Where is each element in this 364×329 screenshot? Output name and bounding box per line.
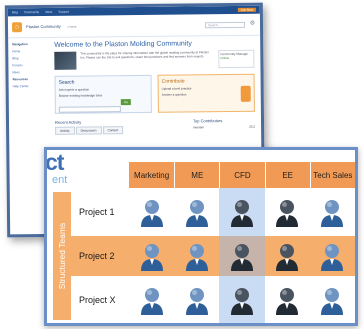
person-avatar-icon — [321, 200, 344, 227]
person-avatar-icon — [276, 200, 299, 227]
recent-activity: Recent Activity Activity Discussions Con… — [54, 118, 187, 135]
intro-text: This community is the place for sharing … — [80, 50, 209, 60]
gear-icon[interactable]: ⚙ — [249, 21, 256, 28]
team-member-cell[interactable] — [310, 236, 355, 276]
person-avatar-icon — [230, 288, 253, 315]
sidebar-heading: Resources — [12, 77, 28, 82]
team-member-cell[interactable] — [265, 236, 310, 276]
portal-sidebar: Navigation Home Blog Forums Ideas Resour… — [8, 38, 49, 139]
column-header: CFD — [219, 162, 264, 188]
sidebar-heading: Navigation — [12, 42, 28, 47]
search-panel-item[interactable]: Ask experts a question — [59, 87, 148, 91]
person-avatar-icon — [230, 200, 253, 227]
contribute-panel-title: Contribute — [161, 78, 185, 85]
person-avatar-icon — [276, 288, 299, 315]
contribute-panel: Contribute Upload a best practice Answer… — [157, 73, 255, 113]
contributor-points: 25.2 — [249, 124, 256, 129]
topbar-link[interactable]: Community — [24, 10, 39, 14]
page-title: Welcome to the Plaston Molding Community — [54, 40, 192, 49]
tab-activity[interactable]: Activity — [55, 126, 75, 135]
recent-activity-label: Recent Activity — [54, 119, 82, 125]
site-name[interactable]: Plaston Community — [26, 24, 61, 29]
search-input[interactable]: Search... — [204, 21, 246, 28]
team-member-cell[interactable] — [174, 236, 219, 276]
upload-icon[interactable] — [240, 85, 251, 102]
column-header: Tech Sales — [309, 162, 355, 188]
person-avatar-icon — [230, 244, 253, 271]
portal-main: Welcome to the Plaston Molding Community… — [48, 36, 261, 139]
structured-teams-label: Structured Teams — [53, 192, 71, 320]
team-member-cell[interactable] — [265, 192, 310, 232]
project-row: Project 1 — [71, 192, 355, 232]
person-avatar-icon — [140, 288, 163, 315]
team-member-cell[interactable] — [219, 236, 264, 276]
topbar-link[interactable]: Blog — [12, 10, 18, 14]
team-member-cell[interactable] — [129, 192, 174, 232]
team-member-cell[interactable] — [310, 192, 355, 232]
row-label: Project X — [79, 295, 116, 305]
row-cells — [129, 192, 355, 232]
person-avatar-icon — [276, 244, 299, 271]
row-label: Project 2 — [79, 251, 115, 261]
person-avatar-icon — [185, 200, 208, 227]
panel-search-input[interactable] — [58, 106, 122, 113]
contributor-row[interactable]: member 25.2 — [193, 125, 255, 130]
tab-discussions[interactable]: Discussions — [75, 126, 102, 135]
brand-logo-text: ct — [45, 149, 64, 175]
column-header: Marketing — [134, 170, 170, 180]
person-avatar-icon — [321, 244, 344, 271]
project-row: Project X — [71, 280, 355, 320]
tab-content[interactable]: Content — [102, 126, 124, 135]
sidebar-item-blog[interactable]: Blog — [12, 56, 44, 60]
top-contributors-label: Top Contributors — [192, 118, 223, 124]
search-panel: Search Ask experts a question Browse exi… — [54, 74, 152, 114]
team-member-cell[interactable] — [265, 280, 310, 320]
team-member-cell[interactable] — [174, 192, 219, 232]
profile-status: Online — [220, 56, 230, 61]
team-member-cell[interactable] — [219, 280, 264, 320]
sidebar-item-home[interactable]: Home — [12, 49, 44, 53]
person-avatar-icon — [321, 288, 344, 315]
column-header: ME — [174, 162, 219, 188]
row-cells — [129, 280, 355, 320]
person-avatar-icon — [185, 244, 208, 271]
brand-logo-subtext: ent — [52, 174, 68, 186]
person-avatar-icon — [140, 244, 163, 271]
person-avatar-icon — [140, 200, 163, 227]
project-row: Project 2 — [71, 236, 355, 276]
sidebar-item-help[interactable]: Help Center — [13, 84, 45, 88]
breadcrumb[interactable]: › Home — [67, 24, 77, 28]
team-member-cell[interactable] — [174, 280, 219, 320]
row-cells — [129, 236, 355, 276]
team-member-cell[interactable] — [219, 192, 264, 232]
sidebar-item-ideas[interactable]: Ideas — [12, 70, 44, 74]
sidebar-label-text: Structured Teams — [57, 222, 67, 290]
search-panel-item[interactable]: Browse existing knowledge base — [59, 93, 148, 97]
structured-teams-matrix: ct ent Marketing ME CFD EE Tech Sales St… — [44, 147, 358, 326]
contributor-name: member — [193, 125, 205, 130]
contribute-panel-item[interactable]: Upload a best practice — [162, 86, 192, 90]
search-panel-title: Search — [58, 79, 75, 86]
site-logo-icon[interactable]: ⌂ — [11, 21, 23, 32]
team-member-cell[interactable] — [129, 280, 174, 320]
column-header-bar: Marketing ME CFD EE Tech Sales — [129, 162, 355, 188]
portal-header: ⌂ Plaston Community › Home Search... ⚙ — [7, 13, 261, 39]
top-contributors: Top Contributors member 25.2 — [193, 118, 255, 134]
sidebar-item-forums[interactable]: Forums — [12, 63, 44, 67]
topbar-link[interactable]: Ideas — [45, 10, 52, 14]
go-button[interactable]: Go — [121, 99, 132, 106]
column-header: EE — [264, 162, 310, 188]
join-button[interactable]: Join Now — [237, 7, 256, 12]
profile-card[interactable]: Community Manager Online — [218, 49, 255, 69]
topbar-link[interactable]: Support — [58, 10, 69, 14]
contribute-panel-item[interactable]: Answer a question — [162, 92, 192, 96]
team-member-cell[interactable] — [129, 236, 174, 276]
person-avatar-icon — [185, 288, 208, 315]
row-label: Project 1 — [79, 207, 115, 217]
team-member-cell[interactable] — [310, 280, 355, 320]
hero-image — [54, 51, 77, 70]
